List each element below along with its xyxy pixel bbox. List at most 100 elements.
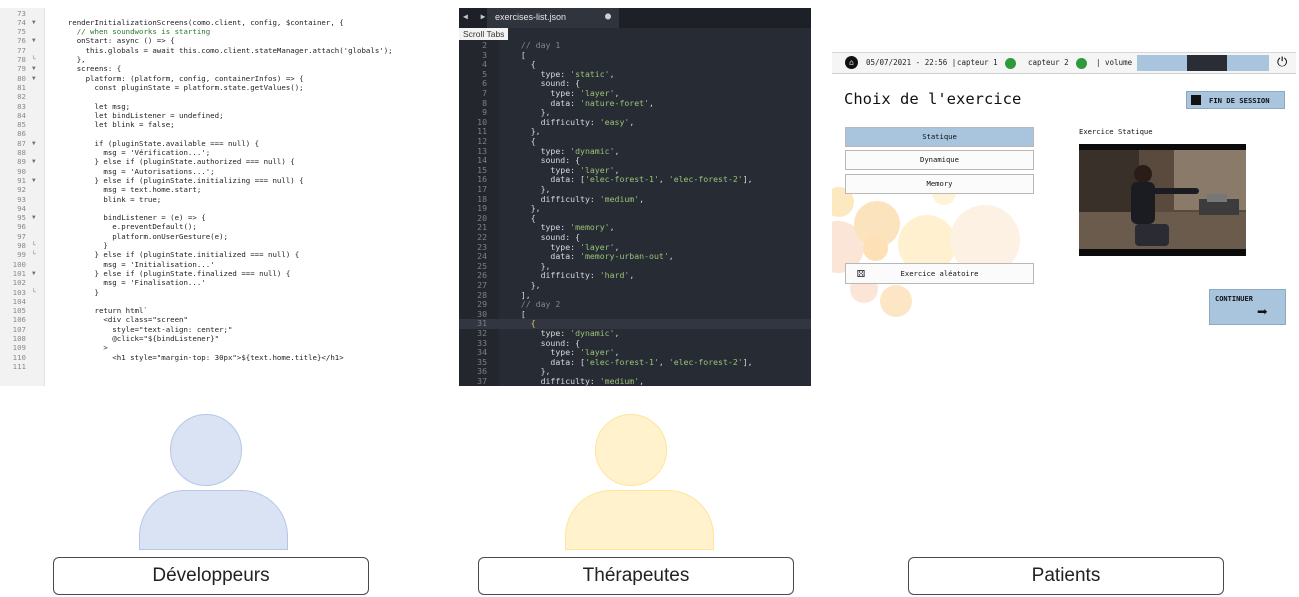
tab-exercises-list[interactable]: exercises-list.json ● [487, 8, 619, 28]
line-number: 101 [12, 268, 26, 278]
code-line: 100 msg = 'Initialisation...' [0, 260, 413, 269]
fold-arrow-icon[interactable]: ▼ [32, 213, 36, 222]
page-title: Choix de l'exercice [844, 90, 1022, 108]
code-line: 83 let msg; [0, 102, 413, 111]
fold-arrow-icon[interactable]: ▼ [32, 18, 36, 27]
code-line: 88 msg = 'Vérification...'; [0, 148, 413, 157]
code-text: blink = true; [50, 194, 162, 204]
decor-circle [863, 236, 888, 261]
code-line: 98 └ } [0, 241, 413, 250]
scroll-tabs-tooltip: Scroll Tabs [459, 28, 509, 40]
fold-arrow-icon[interactable]: └ [32, 55, 36, 64]
code-text: let bindListener = undefined; [50, 110, 224, 120]
code-line: 109 > [0, 343, 413, 352]
line-number: 74 [17, 17, 26, 27]
decor-circle [880, 285, 912, 317]
code-text: platform.onUserGesture(e); [50, 231, 228, 241]
exercise-option-dynamique[interactable]: Dynamique [845, 150, 1034, 170]
code-line: 86 [0, 129, 413, 138]
exercise-option-statique[interactable]: Statique [845, 127, 1034, 147]
line-number: 92 [17, 185, 26, 195]
random-exercise-button[interactable]: ⚄ Exercice aléatoire [845, 263, 1034, 284]
code-text: onStart: async () => { [50, 36, 175, 46]
line-number: 102 [12, 278, 26, 288]
line-number: 100 [12, 259, 26, 269]
code-text: style="text-align: center;" [50, 324, 233, 334]
tab-nav-arrows-icon[interactable]: ◀ ▶ [463, 12, 489, 21]
line-number: 88 [17, 148, 26, 157]
continue-button[interactable]: CONTINUER ➡ [1209, 289, 1286, 325]
code-line: 110 <h1 style="margin-top: 30px">${text.… [0, 353, 413, 362]
fold-arrow-icon[interactable]: └ [32, 250, 36, 259]
fold-arrow-icon[interactable]: ▼ [32, 269, 36, 278]
sensor-2-status-icon [1076, 58, 1087, 69]
line-number: 99 [17, 250, 26, 260]
line-number: 78 [17, 55, 26, 64]
code-line: 104 [0, 297, 413, 306]
code-text: msg = 'Vérification...'; [50, 148, 211, 157]
end-session-button[interactable]: FIN DE SESSION [1186, 91, 1285, 109]
exercise-preview-video[interactable] [1079, 144, 1246, 256]
power-icon[interactable]: ⏻ [1277, 55, 1287, 70]
fold-arrow-icon[interactable]: ▼ [32, 36, 36, 45]
code-line: 97 platform.onUserGesture(e); [0, 232, 413, 241]
line-number: 95 [17, 213, 26, 223]
dice-icon: ⚄ [857, 266, 865, 281]
code-text: > [50, 343, 108, 353]
home-icon[interactable]: ⌂ [845, 56, 858, 69]
line-number: 89 [17, 157, 26, 167]
line-number: 103 [12, 287, 26, 297]
tab-title: exercises-list.json [495, 12, 567, 22]
persona-label: Thérapeutes [478, 557, 794, 595]
fold-arrow-icon[interactable]: ▼ [32, 74, 36, 83]
unsaved-dot-icon: ● [604, 11, 611, 22]
end-session-label: FIN DE SESSION [1209, 96, 1270, 105]
code-line: 75 // when soundworks is starting [0, 27, 413, 36]
line-number: 84 [17, 110, 26, 120]
stop-icon [1191, 95, 1201, 105]
code-line: 108 @click="${bindListener}" [0, 334, 413, 343]
person-body-icon [991, 490, 1140, 550]
person-head-icon [1021, 414, 1093, 486]
code-line: 82 [0, 92, 413, 101]
code-text: } else if (pluginState.finalized === nul… [50, 268, 291, 278]
line-number: 96 [17, 222, 26, 232]
line-number: 97 [17, 231, 26, 241]
code-line: 102 msg = 'Finalisation...' [0, 278, 413, 287]
fold-arrow-icon[interactable]: ▼ [32, 176, 36, 185]
code-line: 107 style="text-align: center;" [0, 325, 413, 334]
code-text: msg = 'Initialisation...' [50, 259, 215, 269]
code-line: 96 e.preventDefault(); [0, 222, 413, 231]
fold-arrow-icon[interactable]: └ [32, 241, 36, 250]
fold-arrow-icon[interactable]: ▼ [32, 157, 36, 166]
line-number: 80 [17, 73, 26, 83]
code-text: let msg; [50, 101, 131, 111]
code-line: 94 [0, 204, 413, 213]
person-body-icon [139, 490, 288, 550]
line-number: 76 [17, 36, 26, 46]
line-number: 111 [12, 361, 26, 371]
fold-arrow-icon[interactable]: ▼ [32, 139, 36, 148]
sensor-2-label: capteur 2 [1028, 58, 1069, 67]
code-line: 95 ▼ bindListener = (e) => { [0, 213, 413, 222]
code-line: 101 ▼ } else if (pluginState.finalized ==… [0, 269, 413, 278]
developer-code-editor: 73 74 ▼ renderInitializationScreens(como.c… [0, 8, 413, 386]
code-text: let blink = false; [50, 120, 175, 130]
code-text: const pluginState = platform.state.getVa… [50, 82, 304, 92]
line-number: 105 [12, 306, 26, 316]
code-text: msg = 'Finalisation...' [50, 278, 206, 288]
editor-tab-bar: ◀ ▶ exercises-list.json ● [459, 8, 811, 28]
exercise-option-memory[interactable]: Memory [845, 174, 1034, 194]
code-line: 111 [0, 362, 413, 371]
line-number: 91 [17, 175, 26, 185]
fold-arrow-icon[interactable]: └ [32, 288, 36, 297]
sensor-1-status-icon [1005, 58, 1016, 69]
code-text: } else if (pluginState.initialized === n… [50, 250, 300, 260]
line-number: 104 [12, 296, 26, 306]
code-line: 74 ▼ renderInitializationScreens(como.cli… [0, 18, 413, 27]
line-number: 94 [17, 203, 26, 213]
fold-arrow-icon[interactable]: ▼ [32, 64, 36, 73]
code-line: 84 let bindListener = undefined; [0, 111, 413, 120]
code-line: 79 ▼ screens: { [0, 64, 413, 73]
line-number: 109 [12, 343, 26, 353]
